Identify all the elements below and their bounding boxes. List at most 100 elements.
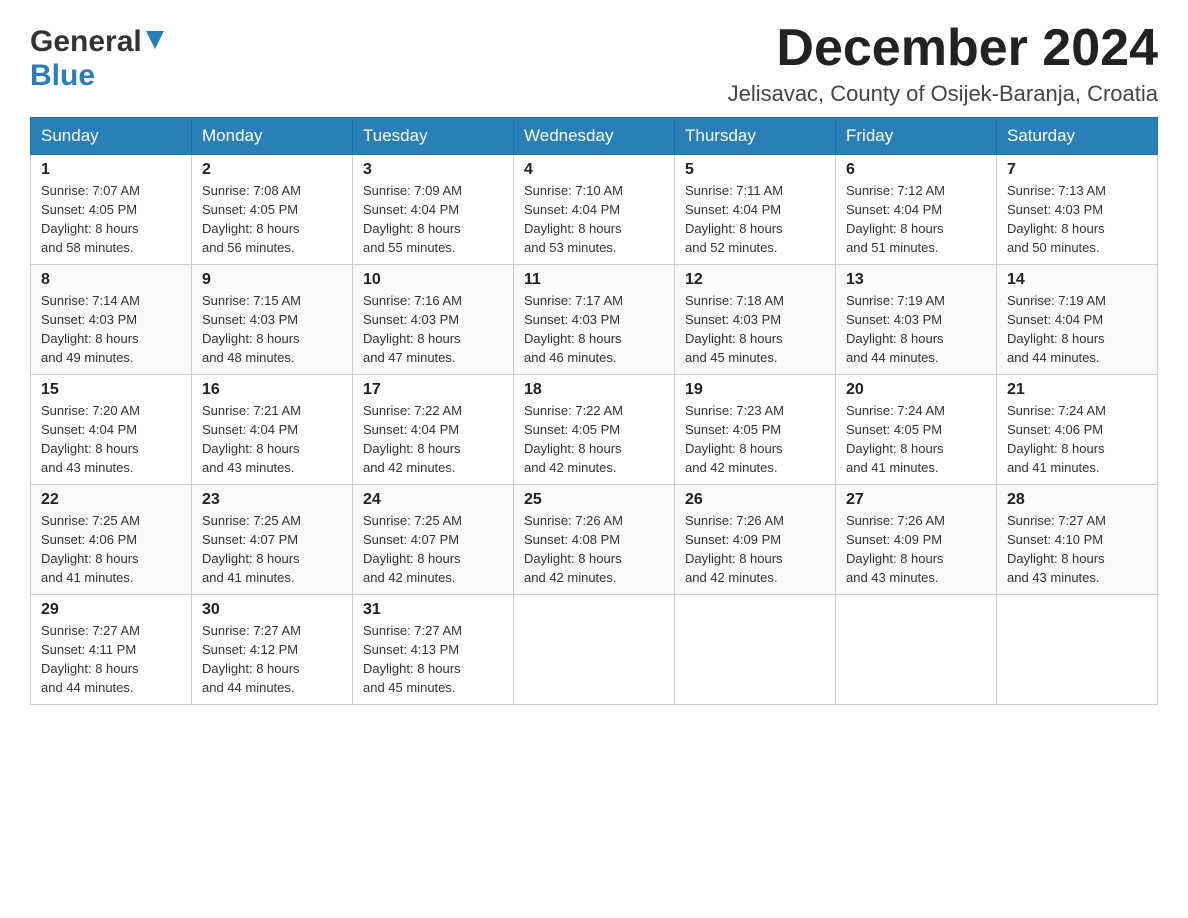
- logo-general: General: [30, 25, 142, 59]
- calendar-cell: 27 Sunrise: 7:26 AMSunset: 4:09 PMDayligh…: [836, 485, 997, 595]
- day-number: 19: [685, 381, 825, 399]
- logo-blue: Blue: [30, 59, 95, 92]
- col-header-sunday: Sunday: [31, 118, 192, 155]
- calendar-table: SundayMondayTuesdayWednesdayThursdayFrid…: [30, 117, 1158, 705]
- logo-triangle-icon: [146, 31, 164, 54]
- day-info: Sunrise: 7:09 AMSunset: 4:04 PMDaylight:…: [363, 182, 503, 257]
- day-number: 28: [1007, 491, 1147, 509]
- calendar-cell: 13 Sunrise: 7:19 AMSunset: 4:03 PMDayligh…: [836, 265, 997, 375]
- calendar-cell: 23 Sunrise: 7:25 AMSunset: 4:07 PMDayligh…: [192, 485, 353, 595]
- day-info: Sunrise: 7:25 AMSunset: 4:07 PMDaylight:…: [363, 512, 503, 587]
- day-info: Sunrise: 7:13 AMSunset: 4:03 PMDaylight:…: [1007, 182, 1147, 257]
- day-number: 30: [202, 601, 342, 619]
- day-number: 3: [363, 161, 503, 179]
- calendar-cell: 6Sunrise: 7:12 AMSunset: 4:04 PMDaylight…: [836, 155, 997, 265]
- col-header-thursday: Thursday: [675, 118, 836, 155]
- calendar-cell: 1 Sunrise: 7:07 AMSunset: 4:05 PMDaylight…: [31, 155, 192, 265]
- day-info: Sunrise: 7:26 AMSunset: 4:08 PMDaylight:…: [524, 512, 664, 587]
- day-info: Sunrise: 7:18 AMSunset: 4:03 PMDaylight:…: [685, 292, 825, 367]
- day-number: 21: [1007, 381, 1147, 399]
- col-header-wednesday: Wednesday: [514, 118, 675, 155]
- day-info: Sunrise: 7:27 AMSunset: 4:10 PMDaylight:…: [1007, 512, 1147, 587]
- calendar-cell: [836, 595, 997, 705]
- col-header-tuesday: Tuesday: [353, 118, 514, 155]
- day-info: Sunrise: 7:17 AMSunset: 4:03 PMDaylight:…: [524, 292, 664, 367]
- calendar-cell: 26 Sunrise: 7:26 AMSunset: 4:09 PMDayligh…: [675, 485, 836, 595]
- day-number: 11: [524, 271, 664, 289]
- day-info: Sunrise: 7:14 AMSunset: 4:03 PMDaylight:…: [41, 292, 181, 367]
- day-info: Sunrise: 7:20 AMSunset: 4:04 PMDaylight:…: [41, 402, 181, 477]
- day-number: 13: [846, 271, 986, 289]
- calendar-cell: 22Sunrise: 7:25 AMSunset: 4:06 PMDayligh…: [31, 485, 192, 595]
- calendar-cell: 11 Sunrise: 7:17 AMSunset: 4:03 PMDayligh…: [514, 265, 675, 375]
- day-info: Sunrise: 7:19 AMSunset: 4:04 PMDaylight:…: [1007, 292, 1147, 367]
- calendar-cell: 8 Sunrise: 7:14 AMSunset: 4:03 PMDaylight…: [31, 265, 192, 375]
- day-info: Sunrise: 7:24 AMSunset: 4:05 PMDaylight:…: [846, 402, 986, 477]
- day-number: 23: [202, 491, 342, 509]
- title-area: December 2024 Jelisavac, County of Osije…: [728, 20, 1158, 107]
- calendar-week-row: 22Sunrise: 7:25 AMSunset: 4:06 PMDayligh…: [31, 485, 1158, 595]
- calendar-week-row: 29 Sunrise: 7:27 AMSunset: 4:11 PMDayligh…: [31, 595, 1158, 705]
- calendar-cell: 31 Sunrise: 7:27 AMSunset: 4:13 PMDayligh…: [353, 595, 514, 705]
- day-info: Sunrise: 7:26 AMSunset: 4:09 PMDaylight:…: [846, 512, 986, 587]
- day-info: Sunrise: 7:21 AMSunset: 4:04 PMDaylight:…: [202, 402, 342, 477]
- day-info: Sunrise: 7:24 AMSunset: 4:06 PMDaylight:…: [1007, 402, 1147, 477]
- day-info: Sunrise: 7:22 AMSunset: 4:04 PMDaylight:…: [363, 402, 503, 477]
- calendar-cell: [997, 595, 1158, 705]
- day-info: Sunrise: 7:27 AMSunset: 4:12 PMDaylight:…: [202, 622, 342, 697]
- logo: General Blue: [30, 20, 164, 93]
- day-info: Sunrise: 7:27 AMSunset: 4:13 PMDaylight:…: [363, 622, 503, 697]
- day-number: 25: [524, 491, 664, 509]
- day-info: Sunrise: 7:25 AMSunset: 4:07 PMDaylight:…: [202, 512, 342, 587]
- calendar-header-row: SundayMondayTuesdayWednesdayThursdayFrid…: [31, 118, 1158, 155]
- col-header-monday: Monday: [192, 118, 353, 155]
- day-info: Sunrise: 7:07 AMSunset: 4:05 PMDaylight:…: [41, 182, 181, 257]
- day-number: 12: [685, 271, 825, 289]
- calendar-cell: [514, 595, 675, 705]
- day-info: Sunrise: 7:22 AMSunset: 4:05 PMDaylight:…: [524, 402, 664, 477]
- calendar-cell: 7 Sunrise: 7:13 AMSunset: 4:03 PMDaylight…: [997, 155, 1158, 265]
- calendar-cell: 5 Sunrise: 7:11 AMSunset: 4:04 PMDaylight…: [675, 155, 836, 265]
- day-number: 7: [1007, 161, 1147, 179]
- calendar-cell: 29 Sunrise: 7:27 AMSunset: 4:11 PMDayligh…: [31, 595, 192, 705]
- calendar-cell: 24Sunrise: 7:25 AMSunset: 4:07 PMDayligh…: [353, 485, 514, 595]
- col-header-saturday: Saturday: [997, 118, 1158, 155]
- day-number: 22: [41, 491, 181, 509]
- calendar-cell: 21 Sunrise: 7:24 AMSunset: 4:06 PMDayligh…: [997, 375, 1158, 485]
- col-header-friday: Friday: [836, 118, 997, 155]
- day-number: 27: [846, 491, 986, 509]
- day-info: Sunrise: 7:27 AMSunset: 4:11 PMDaylight:…: [41, 622, 181, 697]
- day-number: 31: [363, 601, 503, 619]
- calendar-cell: 15Sunrise: 7:20 AMSunset: 4:04 PMDayligh…: [31, 375, 192, 485]
- calendar-cell: 30 Sunrise: 7:27 AMSunset: 4:12 PMDayligh…: [192, 595, 353, 705]
- calendar-cell: 17Sunrise: 7:22 AMSunset: 4:04 PMDayligh…: [353, 375, 514, 485]
- day-info: Sunrise: 7:16 AMSunset: 4:03 PMDaylight:…: [363, 292, 503, 367]
- day-number: 16: [202, 381, 342, 399]
- calendar-cell: 25 Sunrise: 7:26 AMSunset: 4:08 PMDayligh…: [514, 485, 675, 595]
- day-number: 8: [41, 271, 181, 289]
- calendar-cell: 4Sunrise: 7:10 AMSunset: 4:04 PMDaylight…: [514, 155, 675, 265]
- calendar-week-row: 15Sunrise: 7:20 AMSunset: 4:04 PMDayligh…: [31, 375, 1158, 485]
- day-info: Sunrise: 7:15 AMSunset: 4:03 PMDaylight:…: [202, 292, 342, 367]
- day-info: Sunrise: 7:12 AMSunset: 4:04 PMDaylight:…: [846, 182, 986, 257]
- page-header: General Blue December 2024 Jelisavac, Co…: [30, 20, 1158, 107]
- day-number: 1: [41, 161, 181, 179]
- day-number: 10: [363, 271, 503, 289]
- calendar-cell: 16 Sunrise: 7:21 AMSunset: 4:04 PMDayligh…: [192, 375, 353, 485]
- calendar-cell: 10 Sunrise: 7:16 AMSunset: 4:03 PMDayligh…: [353, 265, 514, 375]
- day-info: Sunrise: 7:08 AMSunset: 4:05 PMDaylight:…: [202, 182, 342, 257]
- day-info: Sunrise: 7:26 AMSunset: 4:09 PMDaylight:…: [685, 512, 825, 587]
- calendar-cell: 3 Sunrise: 7:09 AMSunset: 4:04 PMDaylight…: [353, 155, 514, 265]
- location-subtitle: Jelisavac, County of Osijek-Baranja, Cro…: [728, 81, 1158, 107]
- day-info: Sunrise: 7:19 AMSunset: 4:03 PMDaylight:…: [846, 292, 986, 367]
- day-info: Sunrise: 7:11 AMSunset: 4:04 PMDaylight:…: [685, 182, 825, 257]
- day-number: 29: [41, 601, 181, 619]
- calendar-cell: 18Sunrise: 7:22 AMSunset: 4:05 PMDayligh…: [514, 375, 675, 485]
- calendar-cell: 14Sunrise: 7:19 AMSunset: 4:04 PMDayligh…: [997, 265, 1158, 375]
- day-info: Sunrise: 7:10 AMSunset: 4:04 PMDaylight:…: [524, 182, 664, 257]
- calendar-week-row: 1 Sunrise: 7:07 AMSunset: 4:05 PMDaylight…: [31, 155, 1158, 265]
- day-number: 9: [202, 271, 342, 289]
- day-number: 26: [685, 491, 825, 509]
- calendar-cell: 12 Sunrise: 7:18 AMSunset: 4:03 PMDayligh…: [675, 265, 836, 375]
- day-number: 5: [685, 161, 825, 179]
